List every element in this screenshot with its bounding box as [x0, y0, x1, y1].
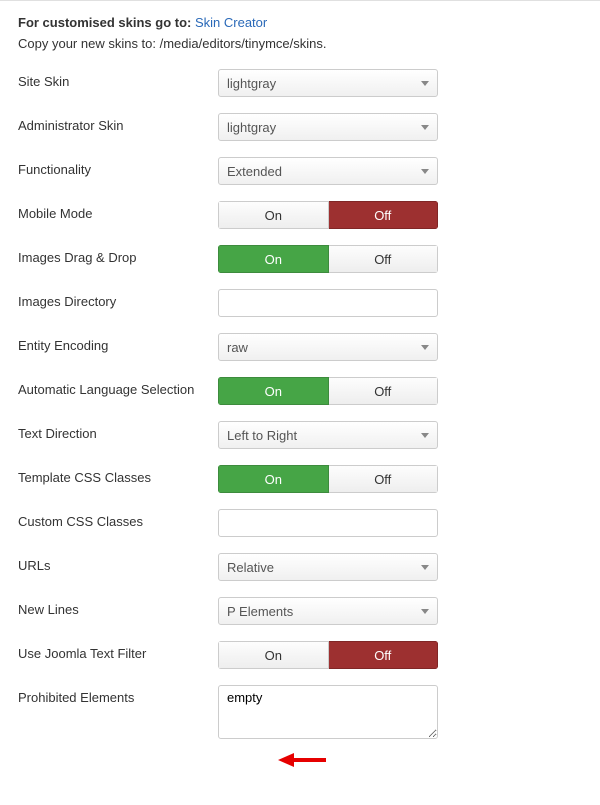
copy-path-line: Copy your new skins to: /media/editors/t… [18, 36, 582, 51]
text-direction-select[interactable]: Left to Right [218, 421, 438, 449]
chevron-down-icon [421, 125, 429, 130]
images-drag-label: Images Drag & Drop [18, 245, 218, 265]
images-dir-input[interactable] [218, 289, 438, 317]
mobile-mode-toggle[interactable]: On Off [218, 201, 438, 229]
custom-css-input[interactable] [218, 509, 438, 537]
chevron-down-icon [421, 81, 429, 86]
chevron-down-icon [421, 345, 429, 350]
intro-line: For customised skins go to: Skin Creator [18, 15, 582, 30]
admin-skin-value: lightgray [227, 120, 276, 135]
joomla-filter-off[interactable]: Off [329, 641, 439, 669]
text-direction-value: Left to Right [227, 428, 297, 443]
new-lines-select[interactable]: P Elements [218, 597, 438, 625]
auto-lang-toggle[interactable]: On Off [218, 377, 438, 405]
admin-skin-label: Administrator Skin [18, 113, 218, 133]
urls-label: URLs [18, 553, 218, 573]
admin-skin-select[interactable]: lightgray [218, 113, 438, 141]
prohibited-label: Prohibited Elements [18, 685, 218, 705]
template-css-on[interactable]: On [218, 465, 329, 493]
new-lines-value: P Elements [227, 604, 293, 619]
text-direction-label: Text Direction [18, 421, 218, 441]
functionality-value: Extended [227, 164, 282, 179]
mobile-mode-on[interactable]: On [218, 201, 329, 229]
joomla-filter-label: Use Joomla Text Filter [18, 641, 218, 661]
joomla-filter-toggle[interactable]: On Off [218, 641, 438, 669]
chevron-down-icon [421, 565, 429, 570]
skin-creator-link[interactable]: Skin Creator [195, 15, 267, 30]
functionality-select[interactable]: Extended [218, 157, 438, 185]
new-lines-label: New Lines [18, 597, 218, 617]
entity-encoding-label: Entity Encoding [18, 333, 218, 353]
chevron-down-icon [421, 433, 429, 438]
auto-lang-on[interactable]: On [218, 377, 329, 405]
urls-value: Relative [227, 560, 274, 575]
template-css-toggle[interactable]: On Off [218, 465, 438, 493]
mobile-mode-off[interactable]: Off [329, 201, 439, 229]
urls-select[interactable]: Relative [218, 553, 438, 581]
entity-encoding-value: raw [227, 340, 248, 355]
site-skin-value: lightgray [227, 76, 276, 91]
entity-encoding-select[interactable]: raw [218, 333, 438, 361]
template-css-off[interactable]: Off [329, 465, 439, 493]
functionality-label: Functionality [18, 157, 218, 177]
chevron-down-icon [421, 609, 429, 614]
images-dir-label: Images Directory [18, 289, 218, 309]
auto-lang-off[interactable]: Off [329, 377, 439, 405]
images-drag-off[interactable]: Off [329, 245, 439, 273]
images-drag-toggle[interactable]: On Off [218, 245, 438, 273]
mobile-mode-label: Mobile Mode [18, 201, 218, 221]
site-skin-label: Site Skin [18, 69, 218, 89]
chevron-down-icon [421, 169, 429, 174]
images-drag-on[interactable]: On [218, 245, 329, 273]
template-css-label: Template CSS Classes [18, 465, 218, 485]
joomla-filter-on[interactable]: On [218, 641, 329, 669]
auto-lang-label: Automatic Language Selection [18, 377, 218, 397]
site-skin-select[interactable]: lightgray [218, 69, 438, 97]
intro-prefix: For customised skins go to: [18, 15, 195, 30]
custom-css-label: Custom CSS Classes [18, 509, 218, 529]
prohibited-input[interactable] [218, 685, 438, 739]
